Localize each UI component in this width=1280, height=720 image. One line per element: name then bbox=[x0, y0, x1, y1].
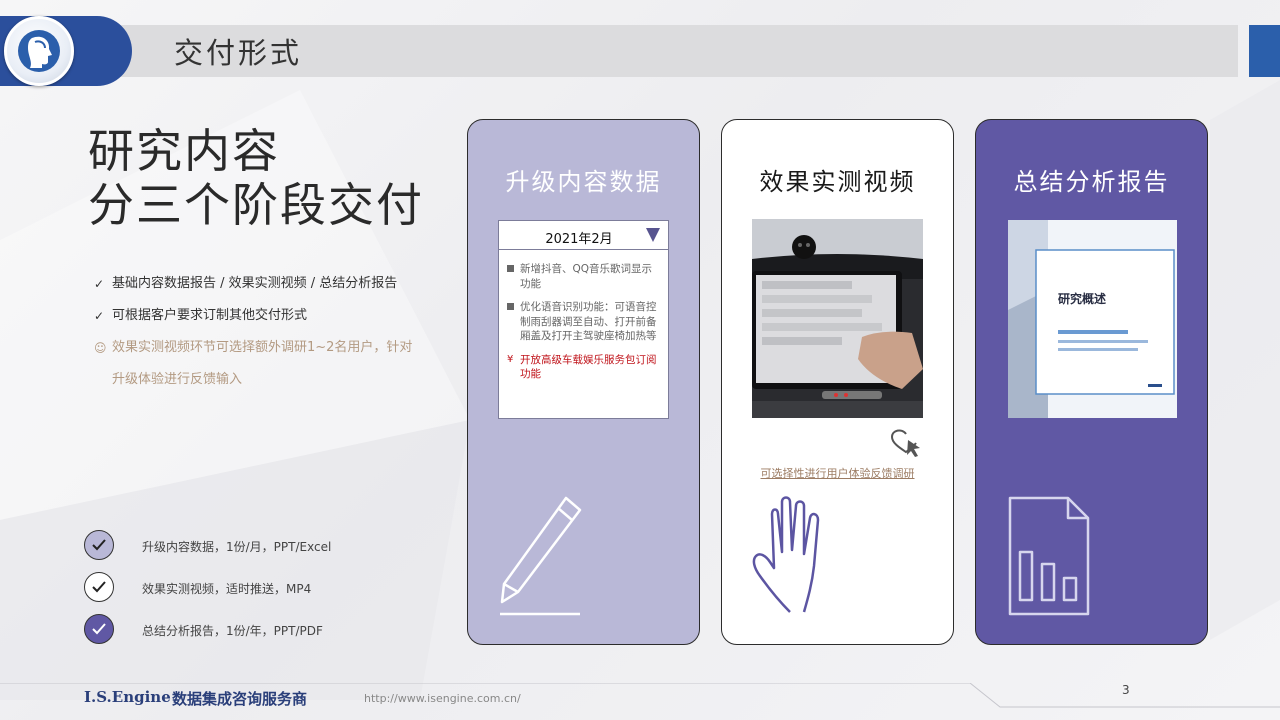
bullet-list: ✓ 基础内容数据报告 / 效果实测视频 / 总结分析报告 ✓ 可根据客户要求订制… bbox=[94, 268, 424, 396]
legend-text: 升级内容数据，1份/月，PPT/Excel bbox=[142, 540, 332, 554]
report-heading: 研究概述 bbox=[1058, 292, 1107, 306]
card-title: 效果实测视频 bbox=[759, 168, 916, 196]
update-panel: 2021年2月 新增抖音、QQ音乐歌词显示功能 优化语音识别功能：可语音控制雨刮… bbox=[498, 220, 669, 419]
head-profile-icon bbox=[18, 30, 60, 72]
survey-link[interactable]: 可选择性进行用户体验反馈调研 bbox=[722, 465, 953, 481]
legend-row-data: 升级内容数据，1份/月，PPT/Excel bbox=[84, 528, 404, 562]
main-heading-line2: 分三个阶段交付 bbox=[88, 178, 424, 232]
card-title: 总结分析报告 bbox=[1013, 168, 1170, 196]
company-logo bbox=[4, 16, 74, 86]
check-icon: ✓ bbox=[94, 309, 105, 323]
page-title: 交付形式 bbox=[174, 36, 303, 70]
main-heading: 研究内容 分三个阶段交付 bbox=[88, 124, 424, 232]
bullet-text: 可根据客户要求订制其他交付形式 bbox=[112, 308, 308, 323]
square-bullet-icon bbox=[507, 265, 514, 272]
panel-item-text: 开放高级车载娱乐服务包订阅功能 bbox=[520, 353, 657, 381]
footer-url[interactable]: http://www.isengine.com.cn/ bbox=[364, 692, 521, 705]
note-line1: 效果实测视频环节可选择额外调研1~2名用户，针对 bbox=[112, 340, 413, 355]
note-line2: 升级体验进行反馈输入 bbox=[112, 372, 243, 387]
survey-cursor-icon bbox=[890, 429, 920, 457]
hand-icon bbox=[752, 496, 820, 613]
report-page-image bbox=[1008, 220, 1177, 418]
square-bullet-icon bbox=[507, 303, 514, 310]
panel-header[interactable]: 2021年2月 bbox=[499, 221, 668, 250]
card-summary-report: 总结分析报告 研究概述 bbox=[975, 119, 1208, 645]
card-test-video: 效果实测视频 可选择性进行用户体验反馈调研 bbox=[721, 119, 954, 645]
video-thumbnail[interactable] bbox=[752, 219, 923, 418]
panel-item-text: 优化语音识别功能：可语音控制雨刮器调至自动、打开前备厢盖及打开主驾驶座椅加热等 bbox=[520, 301, 657, 342]
note-item: ☺ 效果实测视频环节可选择额外调研1~2名用户，针对 升级体验进行反馈输入 bbox=[94, 332, 424, 396]
page-number: 3 bbox=[1122, 683, 1130, 697]
legend-text: 效果实测视频，适时推送，MP4 bbox=[142, 582, 312, 596]
bullet-text: 基础内容数据报告 / 效果实测视频 / 总结分析报告 bbox=[112, 276, 398, 291]
footer-brand: I.S.Engine bbox=[84, 688, 171, 706]
check-circle-icon bbox=[84, 572, 114, 602]
panel-item-highlight: ¥ 开放高级车载娱乐服务包订阅功能 bbox=[507, 353, 658, 382]
legend-text: 总结分析报告，1份/年，PPT/PDF bbox=[142, 624, 323, 638]
check-circle-icon bbox=[84, 614, 114, 644]
main-heading-line1: 研究内容 bbox=[88, 124, 280, 178]
legend-row-video: 效果实测视频，适时推送，MP4 bbox=[84, 570, 404, 604]
legend-row-report: 总结分析报告，1份/年，PPT/PDF bbox=[84, 612, 404, 646]
bullet-item: ✓ 基础内容数据报告 / 效果实测视频 / 总结分析报告 bbox=[94, 268, 424, 300]
card-upgrade-data: 升级内容数据 2021年2月 新增抖音、QQ音乐歌词显示功能 优化语音识别功能：… bbox=[467, 119, 700, 645]
smile-icon: ☺ bbox=[94, 341, 107, 355]
panel-item-text: 新增抖音、QQ音乐歌词显示功能 bbox=[520, 263, 653, 290]
header-accent bbox=[1249, 25, 1280, 77]
footer-tagline: 数据集成咨询服务商 bbox=[172, 690, 308, 708]
chart-document-icon bbox=[1008, 496, 1090, 616]
pencil-icon bbox=[500, 496, 582, 616]
card-title: 升级内容数据 bbox=[505, 168, 662, 196]
panel-item: 优化语音识别功能：可语音控制雨刮器调至自动、打开前备厢盖及打开主驾驶座椅加热等 bbox=[507, 300, 658, 344]
check-icon: ✓ bbox=[94, 277, 105, 291]
panel-item: 新增抖音、QQ音乐歌词显示功能 bbox=[507, 262, 658, 291]
bullet-item: ✓ 可根据客户要求订制其他交付形式 bbox=[94, 300, 424, 332]
dropdown-triangle-icon[interactable] bbox=[646, 228, 660, 242]
car-dashboard-image bbox=[752, 219, 923, 418]
report-thumbnail[interactable]: 研究概述 bbox=[1008, 220, 1177, 418]
panel-date: 2021年2月 bbox=[545, 232, 613, 247]
check-circle-icon bbox=[84, 530, 114, 560]
yen-icon: ¥ bbox=[507, 353, 514, 365]
